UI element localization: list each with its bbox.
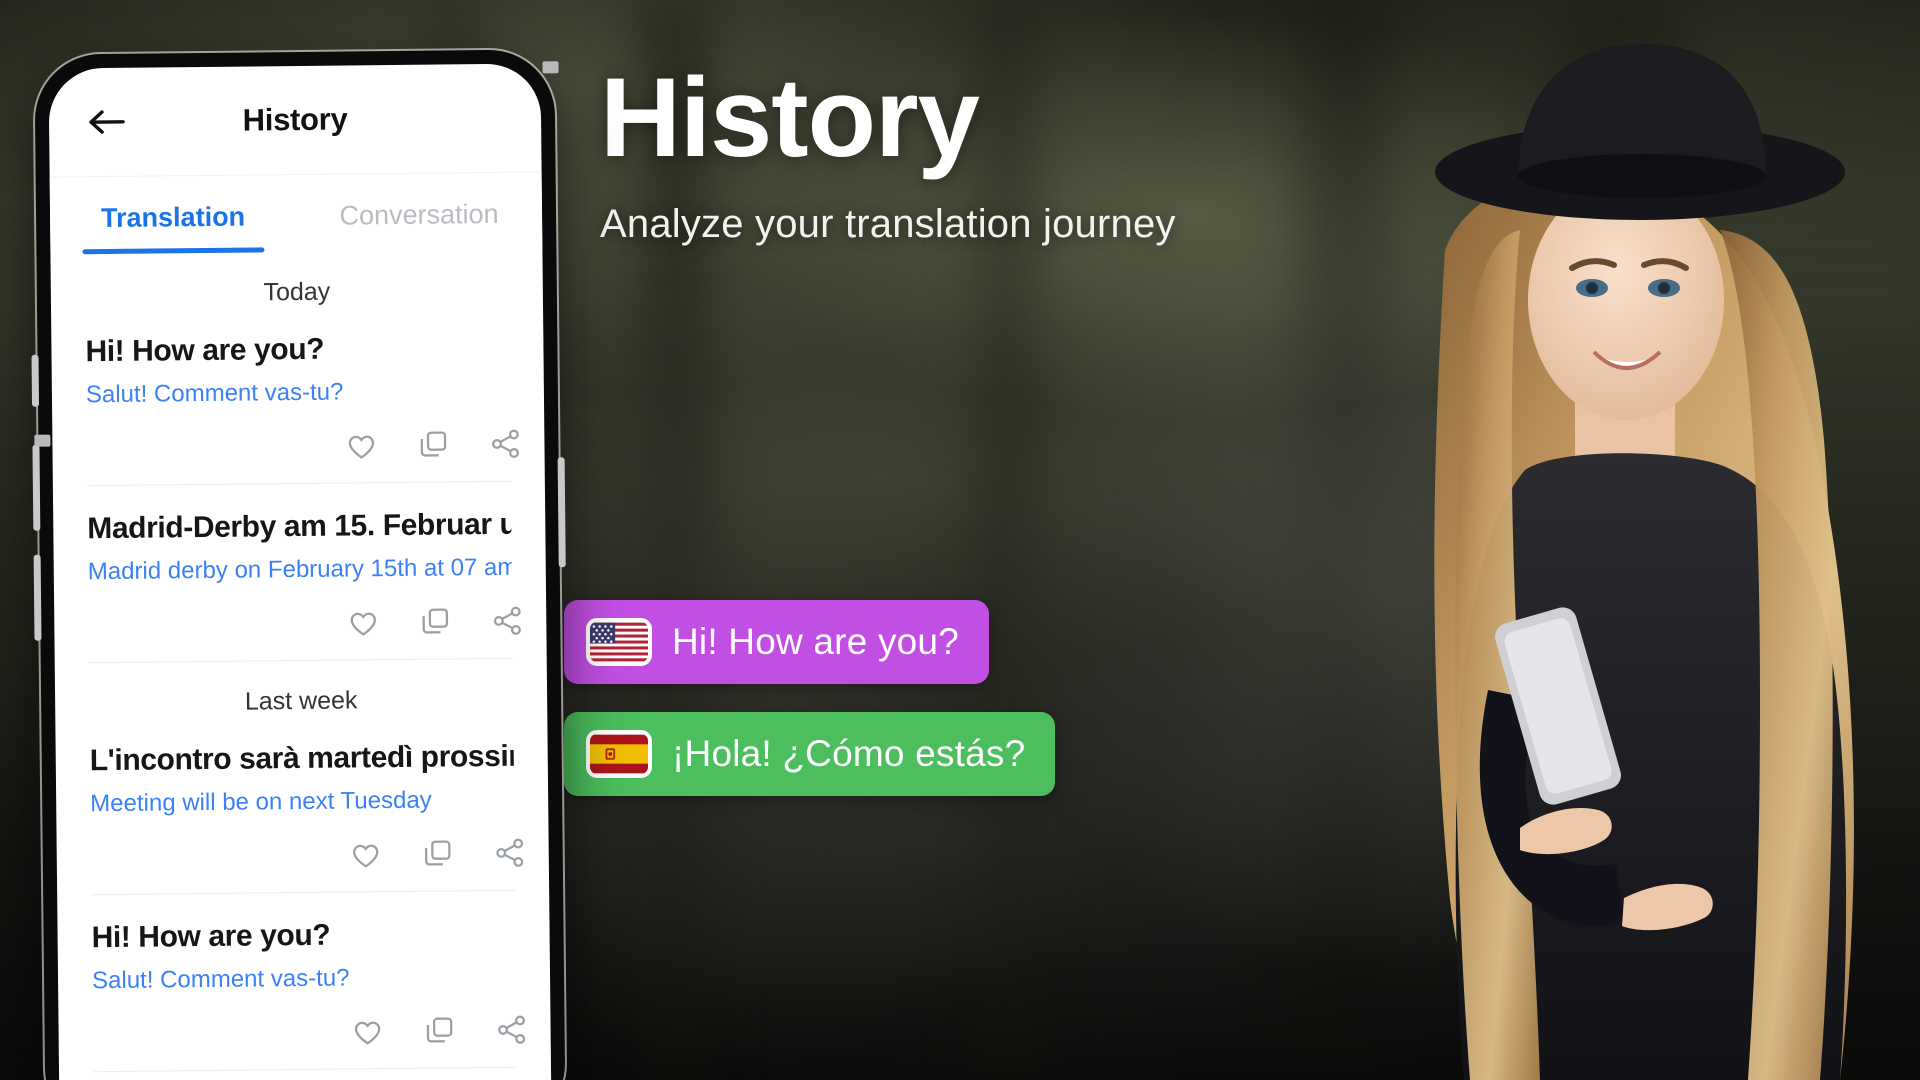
history-item[interactable]: Hi! How are you? Salut! Comment vas-tu? [57, 890, 550, 995]
history-list: Today Hi! How are you? Salut! Comment va… [50, 249, 551, 1080]
chat-bubble-text: Hi! How are you? [672, 621, 959, 662]
copy-icon[interactable] [416, 427, 450, 461]
heart-icon[interactable] [350, 1014, 384, 1048]
mute-switch[interactable] [31, 354, 40, 407]
history-item-source: Hi! How are you? [85, 332, 325, 369]
tab-bar: Translation Conversation [49, 171, 543, 255]
tab-conversation[interactable]: Conversation [296, 172, 543, 252]
history-item-actions [52, 404, 545, 485]
share-icon[interactable] [488, 427, 522, 461]
back-arrow-icon[interactable] [85, 99, 131, 145]
chat-bubble-group: Hi! How are you? ¡Hola! ¿Cómo estás? [564, 600, 1056, 824]
frame-antenna-right [542, 61, 559, 74]
share-icon[interactable] [494, 1013, 528, 1047]
tab-translation[interactable]: Translation [50, 175, 297, 255]
history-item-target: Madrid derby on February 15th at 07 am s… [87, 553, 512, 586]
history-item[interactable]: L'incontro sarà martedì prossimo Meeting… [55, 713, 548, 818]
chat-bubble-source[interactable]: Hi! How are you? [564, 600, 989, 684]
phone-mockup: History Translation Conversation Today H… [31, 49, 566, 1080]
page-title: History [600, 55, 980, 180]
volume-up-button[interactable] [32, 444, 41, 531]
chat-bubble-translation[interactable]: ¡Hola! ¿Cómo estás? [564, 712, 1056, 796]
hero-section: History Analyze your translation journey [600, 62, 1360, 247]
share-icon[interactable] [493, 836, 527, 870]
copy-icon[interactable] [418, 604, 452, 638]
heart-icon[interactable] [346, 605, 380, 639]
es-flag-icon [586, 730, 652, 778]
history-item-target: Meeting will be on next Tuesday [90, 786, 432, 818]
chat-bubble-text: ¡Hola! ¿Cómo estás? [672, 733, 1026, 774]
history-item-actions [56, 813, 549, 894]
copy-icon[interactable] [422, 1013, 456, 1047]
section-header-today: Today [263, 277, 331, 307]
history-item-actions [54, 581, 547, 662]
section-header-last-week: Last week [244, 686, 358, 716]
history-item-source: Madrid-Derby am 15. Februar um... [87, 507, 512, 546]
heart-icon[interactable] [344, 428, 378, 462]
history-item-source: Hi! How are you? [91, 918, 331, 955]
heart-icon[interactable] [349, 837, 383, 871]
history-item[interactable]: Hi! How are you? Salut! Comment vas-tu? [51, 304, 544, 409]
phone-screen: History Translation Conversation Today H… [48, 63, 552, 1080]
share-icon[interactable] [490, 604, 524, 638]
app-bar: History [49, 63, 542, 176]
copy-icon[interactable] [421, 836, 455, 870]
history-item[interactable]: Madrid-Derby am 15. Februar um... Madrid… [53, 481, 546, 586]
frame-antenna-left [34, 434, 51, 447]
history-item-target: Salut! Comment vas-tu? [91, 964, 350, 995]
volume-down-button[interactable] [33, 554, 42, 641]
history-item-source: L'incontro sarà martedì prossimo [89, 739, 514, 778]
power-button[interactable] [557, 457, 566, 568]
history-item-actions [58, 990, 551, 1071]
history-item-target: Salut! Comment vas-tu? [85, 378, 344, 409]
us-flag-icon [586, 618, 652, 666]
page-subtitle: Analyze your translation journey [600, 202, 1176, 246]
